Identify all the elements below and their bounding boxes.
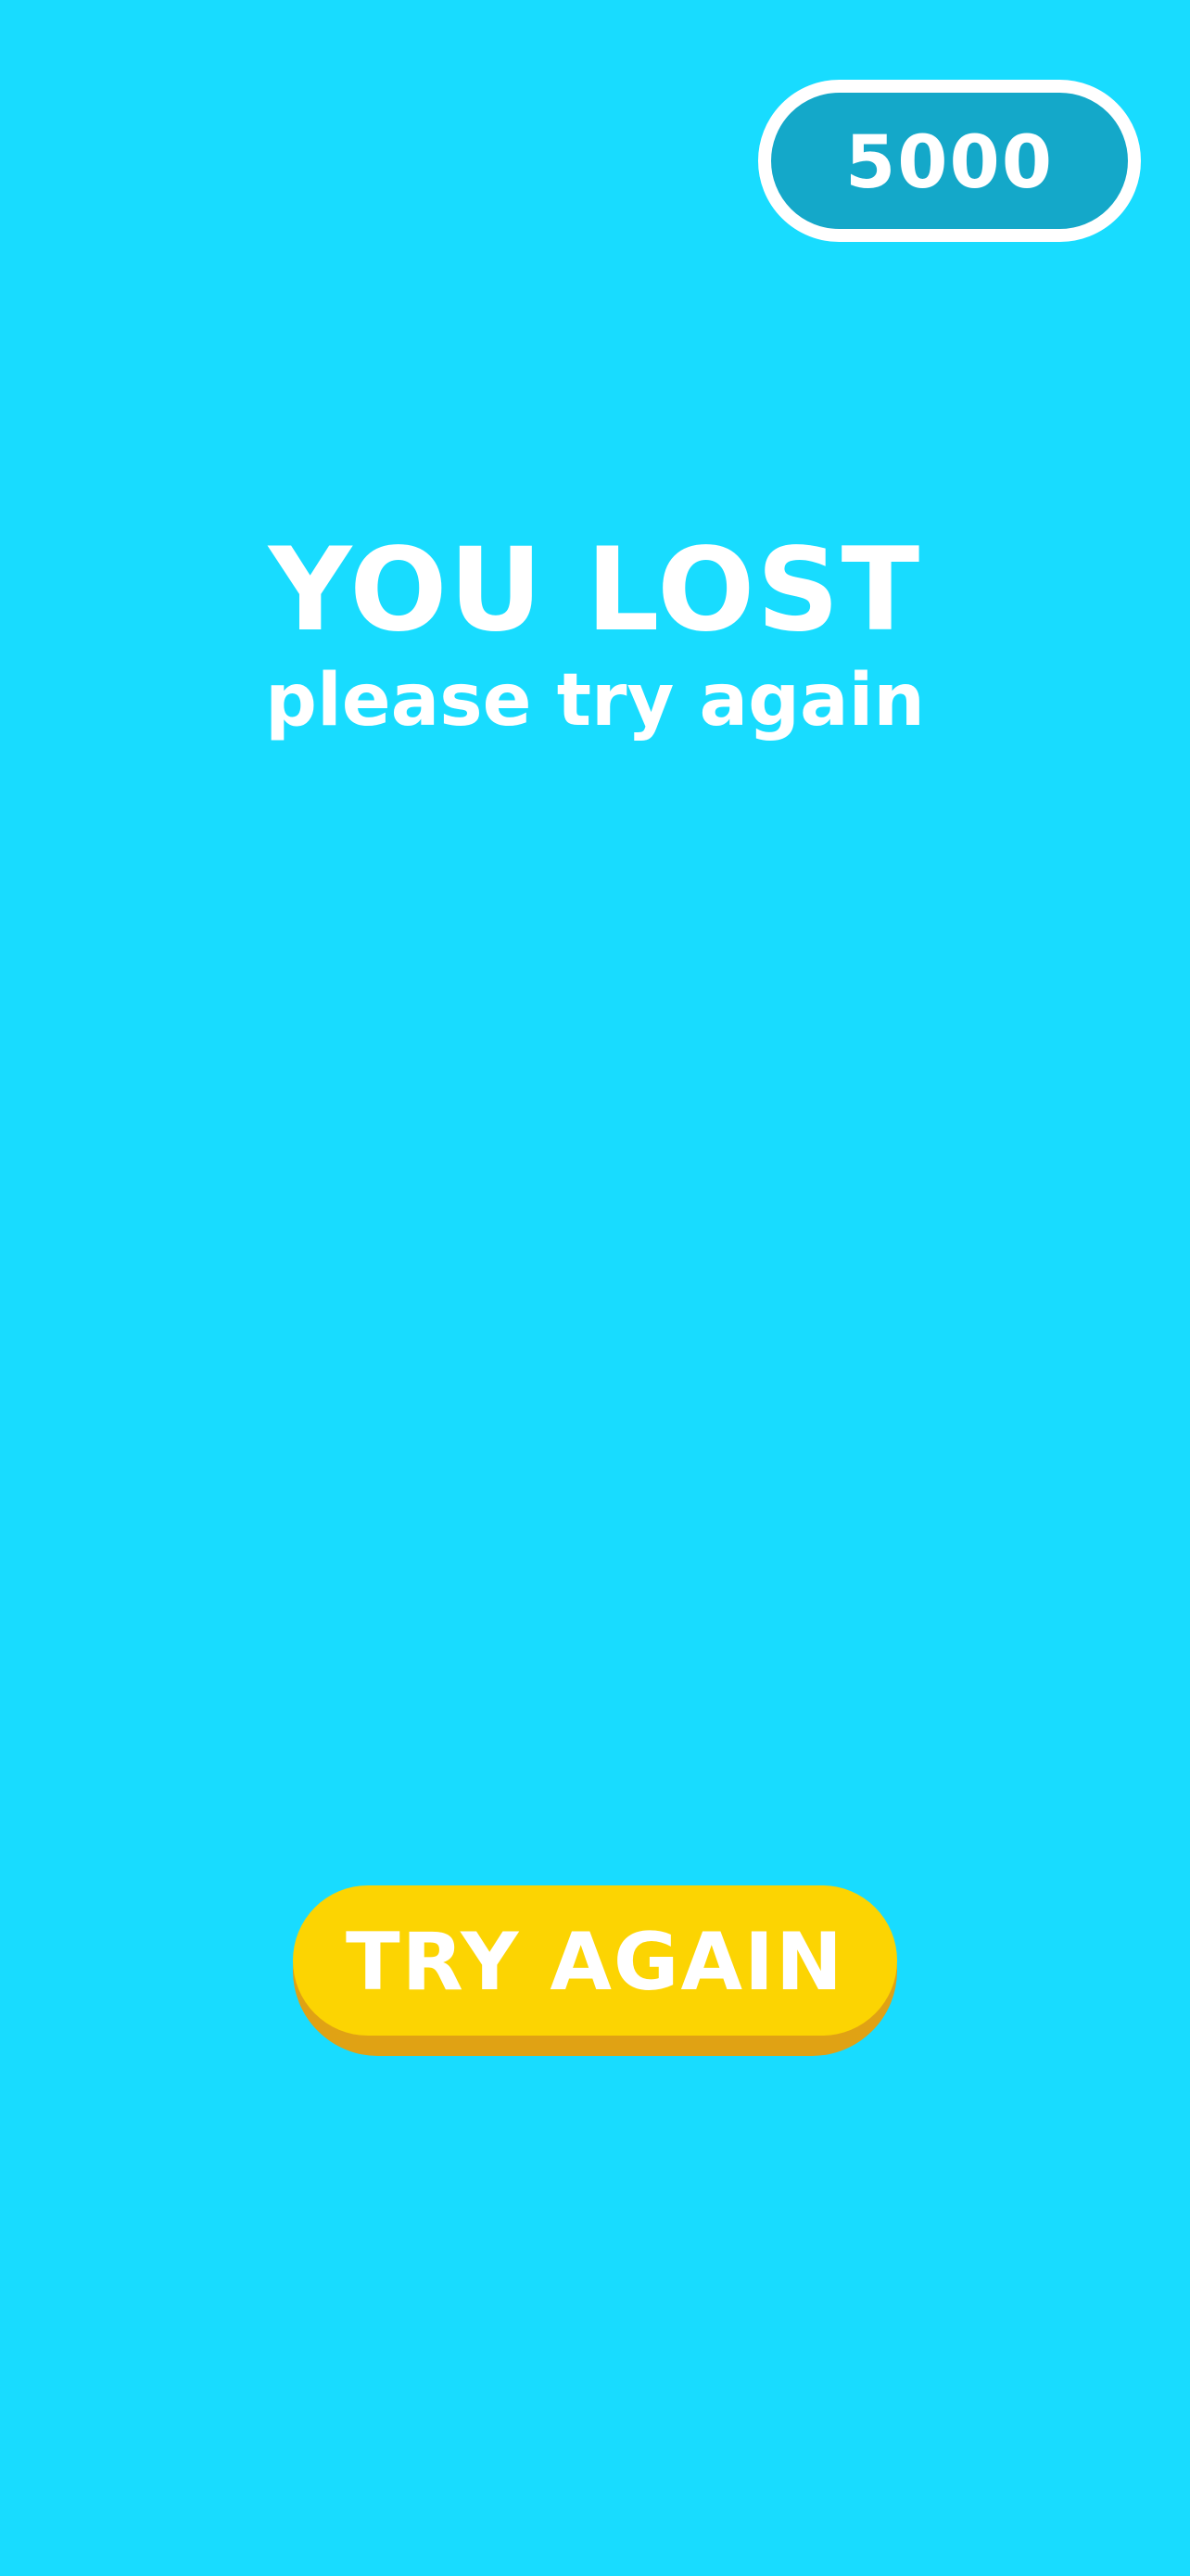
result-subtitle: please try again	[265, 659, 925, 742]
result-message: YOU LOST please try again	[0, 533, 1190, 737]
result-title: YOU LOST	[268, 524, 922, 657]
try-again-label: TRY AGAIN	[345, 1916, 845, 2009]
try-again-button-face[interactable]: TRY AGAIN	[293, 1885, 897, 2036]
score-display: 5000	[758, 80, 1141, 242]
score-value: 5000	[844, 121, 1055, 205]
try-again-button[interactable]: TRY AGAIN	[293, 1885, 897, 2056]
